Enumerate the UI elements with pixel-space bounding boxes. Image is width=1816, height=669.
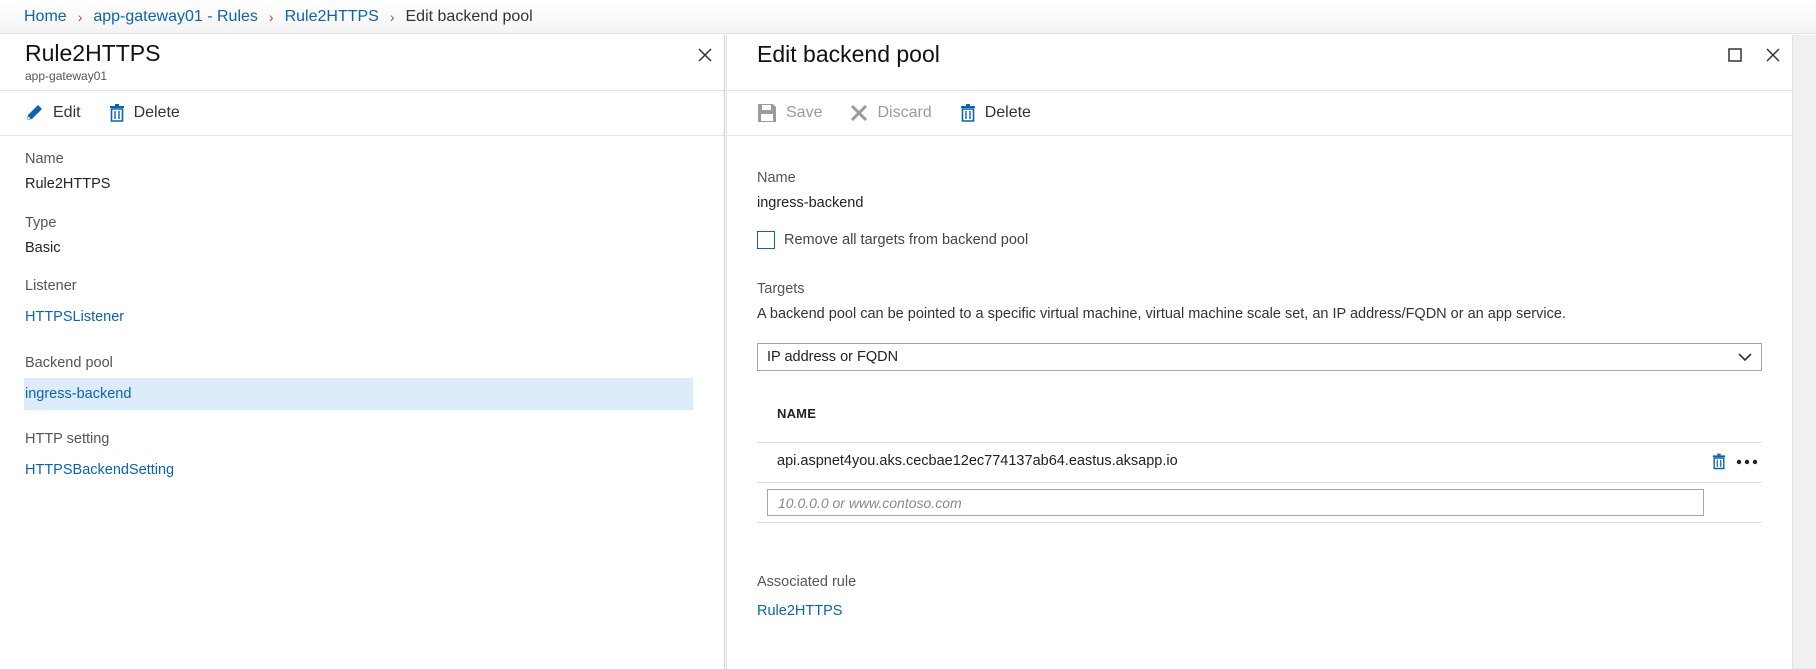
breadcrumb: Home › app-gateway01 - Rules › Rule2HTTP…: [0, 0, 1816, 34]
edit-toolbar: Save Discard Delete: [727, 91, 1792, 136]
trash-icon: [1712, 453, 1726, 470]
save-button[interactable]: Save: [757, 103, 822, 123]
maximize-blade-button[interactable]: [1723, 43, 1747, 67]
rule-blade: Rule2HTTPS app-gateway01 Edit Delete Nam…: [0, 35, 725, 669]
rule-blade-header: Rule2HTTPS app-gateway01: [0, 35, 724, 91]
maximize-icon: [1728, 48, 1742, 62]
table-divider: [757, 482, 1762, 483]
name-label: Name: [25, 151, 64, 167]
type-label: Type: [25, 215, 57, 231]
scrollbar-gutter: [1792, 35, 1816, 669]
new-target-input[interactable]: [767, 489, 1704, 516]
table-row: api.aspnet4you.aks.cecbae12ec774137ab64.…: [777, 453, 1178, 469]
http-setting-link[interactable]: HTTPSBackendSetting: [25, 462, 174, 478]
edit-button[interactable]: Edit: [24, 103, 81, 123]
target-type-selected: IP address or FQDN: [767, 349, 899, 365]
associated-rule-label: Associated rule: [757, 574, 857, 590]
name-value: Rule2HTTPS: [25, 176, 111, 192]
chevron-right-icon: ›: [77, 8, 83, 25]
backend-pool-label: Backend pool: [25, 355, 113, 371]
chevron-right-icon: ›: [389, 8, 395, 25]
save-icon: [758, 104, 776, 122]
listener-label: Listener: [25, 278, 77, 294]
trash-icon: [109, 104, 124, 122]
delete-row-button[interactable]: [1712, 453, 1726, 470]
target-type-select[interactable]: IP address or FQDN: [757, 343, 1762, 371]
delete-pool-label: Delete: [984, 104, 1031, 121]
rule-blade-title: Rule2HTTPS: [25, 40, 161, 66]
delete-button[interactable]: Delete: [109, 104, 180, 122]
breadcrumb-home[interactable]: Home: [24, 8, 67, 26]
discard-button[interactable]: Discard: [850, 104, 932, 122]
close-blade-button[interactable]: [693, 43, 717, 67]
remove-targets-checkbox[interactable]: [757, 231, 775, 249]
save-label: Save: [786, 104, 823, 121]
pool-name-value: ingress-backend: [757, 195, 864, 211]
chevron-down-icon: [1738, 353, 1752, 362]
delete-pool-button[interactable]: Delete: [960, 104, 1031, 122]
name-column-header: NAME: [777, 406, 817, 421]
type-value: Basic: [25, 240, 61, 256]
close-icon: [698, 48, 712, 62]
discard-icon: [851, 104, 868, 122]
breadcrumb-gateway-rules[interactable]: app-gateway01 - Rules: [93, 8, 258, 26]
close-edit-blade-button[interactable]: [1761, 43, 1785, 67]
pencil-icon: [27, 105, 42, 120]
listener-link[interactable]: HTTPSListener: [25, 309, 124, 325]
breadcrumb-current: Edit backend pool: [405, 7, 533, 25]
ellipsis-icon: [1736, 459, 1758, 464]
edit-blade-header: Edit backend pool: [727, 35, 1792, 91]
targets-description: A backend pool can be pointed to a speci…: [757, 306, 1566, 322]
pool-name-label: Name: [757, 170, 796, 186]
table-divider: [757, 442, 1762, 443]
http-setting-label: HTTP setting: [25, 431, 110, 447]
remove-targets-label: Remove all targets from backend pool: [784, 232, 1029, 248]
more-options-button[interactable]: [1736, 459, 1758, 465]
table-divider: [757, 522, 1762, 523]
edit-label: Edit: [53, 104, 81, 121]
row-actions: [1712, 453, 1758, 470]
delete-label: Delete: [133, 104, 180, 121]
edit-backend-pool-blade: Edit backend pool Save Discard Delete Na…: [726, 35, 1792, 669]
close-icon: [1766, 48, 1780, 62]
edit-blade-title: Edit backend pool: [757, 41, 940, 67]
backend-pool-link[interactable]: ingress-backend: [25, 386, 131, 402]
rule-blade-subtitle: app-gateway01: [25, 69, 108, 83]
rule-toolbar: Edit Delete: [0, 91, 724, 136]
trash-icon: [960, 104, 975, 122]
discard-label: Discard: [877, 104, 932, 121]
associated-rule-link[interactable]: Rule2HTTPS: [757, 603, 842, 619]
remove-targets-checkbox-row[interactable]: Remove all targets from backend pool: [757, 231, 1028, 249]
breadcrumb-rule[interactable]: Rule2HTTPS: [285, 8, 379, 26]
targets-label: Targets: [757, 281, 805, 297]
chevron-right-icon: ›: [268, 8, 274, 25]
